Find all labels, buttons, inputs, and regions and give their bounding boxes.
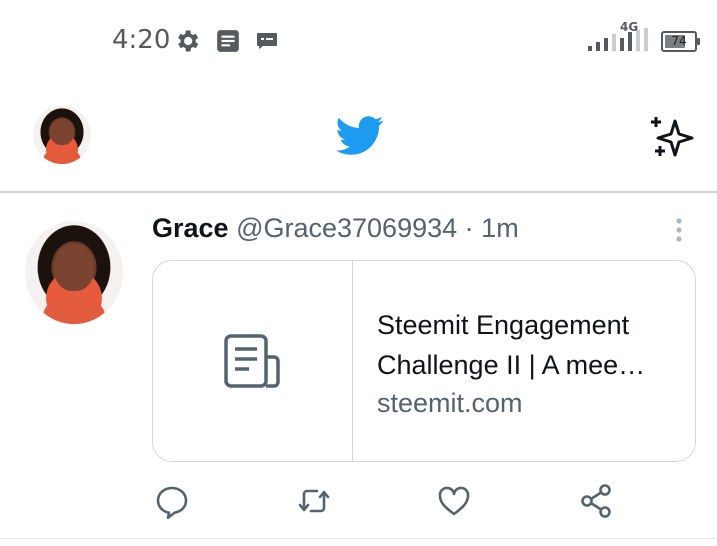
app-header	[0, 80, 717, 192]
profile-avatar[interactable]	[33, 106, 91, 164]
tweet-time: 1m	[481, 213, 519, 243]
battery-level: 74	[671, 34, 687, 48]
settings-icon	[178, 30, 199, 52]
tweet-actions	[0, 483, 717, 523]
retweet-icon[interactable]	[296, 483, 332, 519]
network-type: 4G	[620, 20, 639, 34]
message-icon	[257, 33, 277, 49]
sparkle-icon[interactable]	[648, 113, 696, 161]
more-options-icon[interactable]	[672, 217, 686, 243]
like-icon[interactable]	[436, 483, 472, 519]
card-domain: steemit.com	[377, 388, 523, 418]
reply-icon[interactable]	[154, 483, 190, 519]
card-title: Steemit Engagement Challenge II | A mee…	[377, 310, 646, 380]
status-time: 4:20	[112, 25, 171, 55]
article-icon	[224, 334, 280, 388]
tweet[interactable]: Grace @Grace37069934 · 1m Steemit Engage…	[0, 193, 717, 546]
twitter-bird-icon[interactable]	[336, 116, 384, 156]
card-body: Steemit Engagement Challenge II | A mee……	[377, 305, 677, 423]
status-bar: 4:20 4G 74	[0, 0, 717, 80]
author-handle[interactable]: @Grace37069934	[236, 213, 457, 243]
notes-icon	[217, 30, 239, 52]
tweet-header: Grace @Grace37069934 · 1m	[152, 213, 519, 244]
author-avatar[interactable]	[25, 221, 123, 324]
meta-separator: ·	[464, 213, 474, 243]
card-thumbnail	[153, 261, 353, 461]
share-icon[interactable]	[578, 483, 614, 519]
author-name[interactable]: Grace	[152, 213, 229, 243]
battery-icon: 74	[661, 31, 700, 52]
link-card[interactable]: Steemit Engagement Challenge II | A mee……	[152, 260, 696, 462]
tweet-divider	[0, 538, 717, 539]
